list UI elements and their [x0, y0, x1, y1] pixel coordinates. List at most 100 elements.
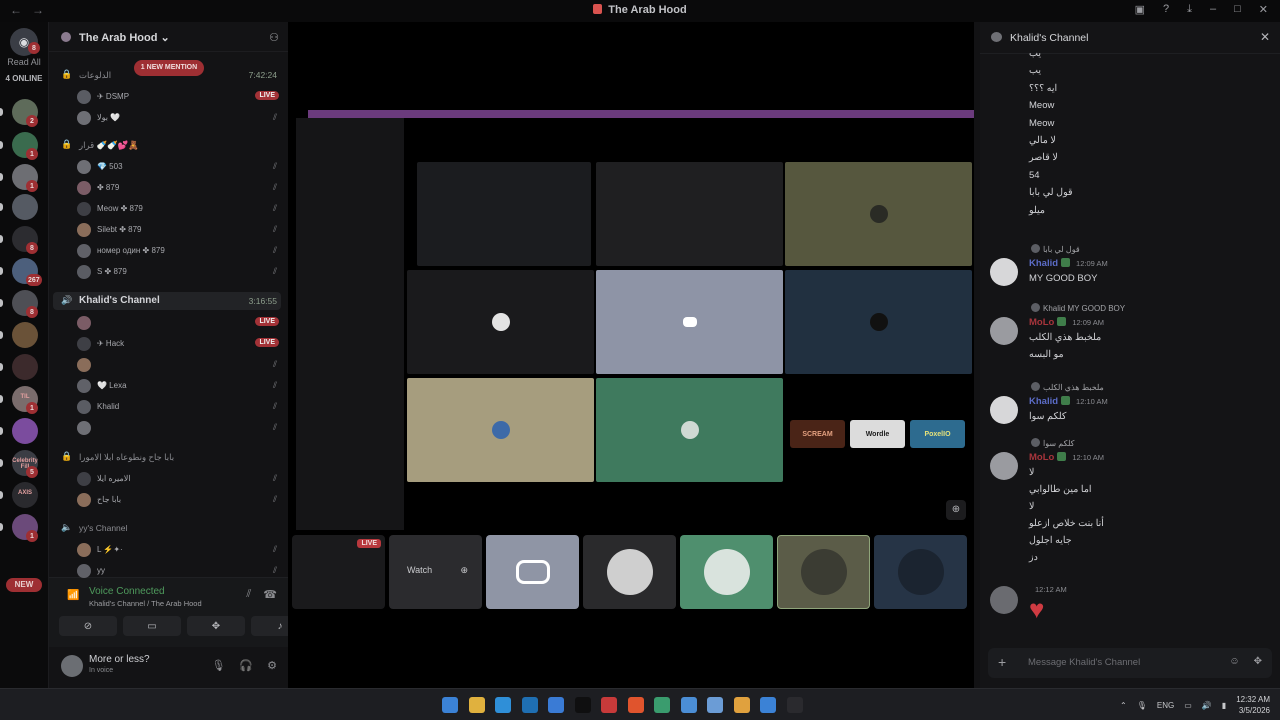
battery-icon[interactable]: ▮ [1222, 701, 1226, 710]
voice-user[interactable]: ✈ Hack LIVE [77, 336, 281, 353]
voice-channel[interactable]: 🔒 الدلوعات 7:42:24 [53, 66, 281, 84]
zoom-icon[interactable]: ⊕ [460, 565, 468, 576]
notes-icon[interactable] [707, 697, 723, 713]
game-card[interactable]: SCREAM [790, 420, 845, 448]
voice-user[interactable]: ⫽ [77, 420, 281, 437]
message-author[interactable]: Khalid 12:09 AM [1029, 258, 1108, 269]
participant-tile[interactable] [874, 535, 967, 609]
game-card[interactable]: PoxelIO [910, 420, 965, 448]
voice-channel-active[interactable]: 🔊 Khalid's Channel 3:16:55 [53, 292, 281, 310]
watch-button[interactable]: Watch [407, 565, 432, 575]
network-icon[interactable]: ▭ [1184, 701, 1192, 710]
outlook-icon[interactable] [548, 697, 564, 713]
server-icon[interactable] [12, 354, 38, 380]
participant-tile-watch[interactable]: Watch ⊕ [389, 535, 482, 609]
voice-user[interactable]: S ✤ 879 ⫽ [77, 264, 281, 281]
settings-gear-icon[interactable]: ⚙ [267, 659, 277, 672]
server-icon[interactable]: AXIS [12, 482, 38, 508]
inbox-icon[interactable]: ▣ [1135, 3, 1145, 16]
microphone-icon[interactable]: 🎙 [211, 659, 225, 672]
emoji-icon[interactable]: ☺ [1229, 656, 1239, 667]
voice-user[interactable]: yy ⫽ [77, 563, 281, 580]
new-unreads-pill[interactable]: NEW [6, 578, 42, 592]
clock[interactable]: 12:32 AM 3/5/2026 [1236, 694, 1270, 716]
reply-preview[interactable]: قول لي بابا [1031, 244, 1080, 254]
voice-user[interactable]: Khalid ⫽ [77, 399, 281, 416]
server-icon[interactable] [12, 194, 38, 220]
server-name[interactable]: The Arab Hood ⌄ [79, 31, 170, 44]
username[interactable]: More or less? [89, 654, 150, 665]
participant-tile[interactable] [583, 535, 676, 609]
apps-icon[interactable]: ✥ [1254, 656, 1262, 667]
voice-location[interactable]: Khalid's Channel / The Arab Hood [89, 599, 202, 608]
app-icon[interactable] [680, 697, 697, 713]
voice-channel[interactable]: 🔈 yy's Channel [53, 519, 281, 537]
edge-icon[interactable] [495, 697, 511, 713]
noise-suppression-icon[interactable]: ⫽ [246, 588, 251, 601]
voice-user[interactable]: بولا 🤍 ⫽ [77, 110, 281, 127]
download-icon[interactable]: ⤓ [1187, 3, 1192, 16]
reply-preview[interactable]: كلكم سوا [1031, 438, 1074, 448]
voice-user[interactable]: الاميره ايلا ⫽ [77, 471, 281, 488]
camera-button[interactable]: ⊘ [59, 616, 117, 636]
voice-user[interactable]: L ⚡✦· ⫽ [77, 542, 281, 559]
voice-user[interactable]: LIVE [77, 315, 281, 332]
voice-user[interactable]: 🤍 Lexa ⫽ [77, 378, 281, 395]
obs-icon[interactable] [786, 697, 803, 713]
discord-icon[interactable] [733, 697, 750, 713]
file-explorer-icon[interactable] [468, 697, 485, 713]
activities-button[interactable]: ✥ [187, 616, 245, 636]
media-icon[interactable] [601, 697, 617, 713]
message-placeholder[interactable]: Message Khalid's Channel [1028, 657, 1140, 668]
close-window-icon[interactable]: ✕ [1259, 3, 1268, 16]
close-icon[interactable]: ✕ [1260, 30, 1270, 44]
server-icon[interactable] [12, 418, 38, 444]
help-icon[interactable]: ? [1163, 3, 1169, 16]
voice-status[interactable]: Voice Connected [89, 586, 165, 597]
avatar[interactable] [990, 317, 1018, 345]
headphones-icon[interactable]: 🎧 [239, 659, 253, 672]
photos-icon[interactable] [760, 697, 776, 713]
voice-channel[interactable]: 🔒 بابا جاح ونطوعاه ابلا الامورا [53, 448, 281, 466]
minimize-icon[interactable]: – [1210, 3, 1216, 16]
store-icon[interactable] [521, 697, 538, 713]
start-icon[interactable] [442, 697, 458, 713]
participant-tile[interactable] [680, 535, 773, 609]
participant-tile-stream[interactable]: LIVE [292, 535, 385, 609]
maximize-icon[interactable]: □ [1234, 3, 1241, 16]
share-screen-button[interactable]: ▭ [123, 616, 181, 636]
avatar[interactable] [990, 396, 1018, 424]
participant-tile[interactable] [486, 535, 579, 609]
message-input[interactable]: + Message Khalid's Channel ☺ ✥ [988, 648, 1272, 678]
avatar[interactable] [990, 452, 1018, 480]
terminal-icon[interactable] [574, 697, 591, 713]
voice-user[interactable]: Meow ✤ 879 ⫽ [77, 201, 281, 218]
read-all-button[interactable]: Read All [0, 57, 48, 67]
participant-tile-speaking[interactable] [777, 535, 870, 609]
message-author[interactable]: Khalid 12:10 AM [1029, 396, 1108, 407]
language-indicator[interactable]: ENG [1157, 701, 1174, 710]
voice-user[interactable]: Silebt ✤ 879 ⫽ [77, 222, 281, 239]
reply-preview[interactable]: ملخبط هذي الكلب [1031, 382, 1104, 392]
zoom-button[interactable]: ⊕ [946, 500, 966, 520]
message-author[interactable]: MoLo 12:10 AM [1029, 452, 1104, 463]
voice-user[interactable]: 💎 503 ⫽ [77, 159, 281, 176]
avatar[interactable] [61, 655, 83, 677]
voice-user[interactable]: номер один ✤ 879 ⫽ [77, 243, 281, 260]
signal-icon[interactable]: 📶 [67, 590, 79, 601]
microphone-icon[interactable]: 🎙 [1137, 701, 1147, 710]
voice-channel[interactable]: 🔒 قرار 🍼🍼💕🧸 [53, 136, 281, 154]
avatar[interactable] [990, 258, 1018, 286]
game-card[interactable]: Wordle [850, 420, 905, 448]
message-author[interactable]: MoLo 12:09 AM [1029, 317, 1104, 328]
disconnect-icon[interactable]: ☎ [263, 588, 277, 601]
focused-stream[interactable]: SCREAM Wordle PoxelIO [292, 102, 974, 552]
voice-user[interactable]: بابا جاح ⫽ [77, 492, 281, 509]
reply-preview[interactable]: Khalid MY GOOD BOY [1031, 303, 1125, 313]
voice-user[interactable]: ✤ 879 ⫽ [77, 180, 281, 197]
vscode-icon[interactable] [654, 697, 670, 713]
chevron-up-icon[interactable]: ⌃ [1120, 701, 1127, 710]
server-icon[interactable] [12, 322, 38, 348]
server-header[interactable]: The Arab Hood ⌄ ⚇ [49, 22, 289, 52]
invite-icon[interactable]: ⚇ [269, 31, 279, 44]
